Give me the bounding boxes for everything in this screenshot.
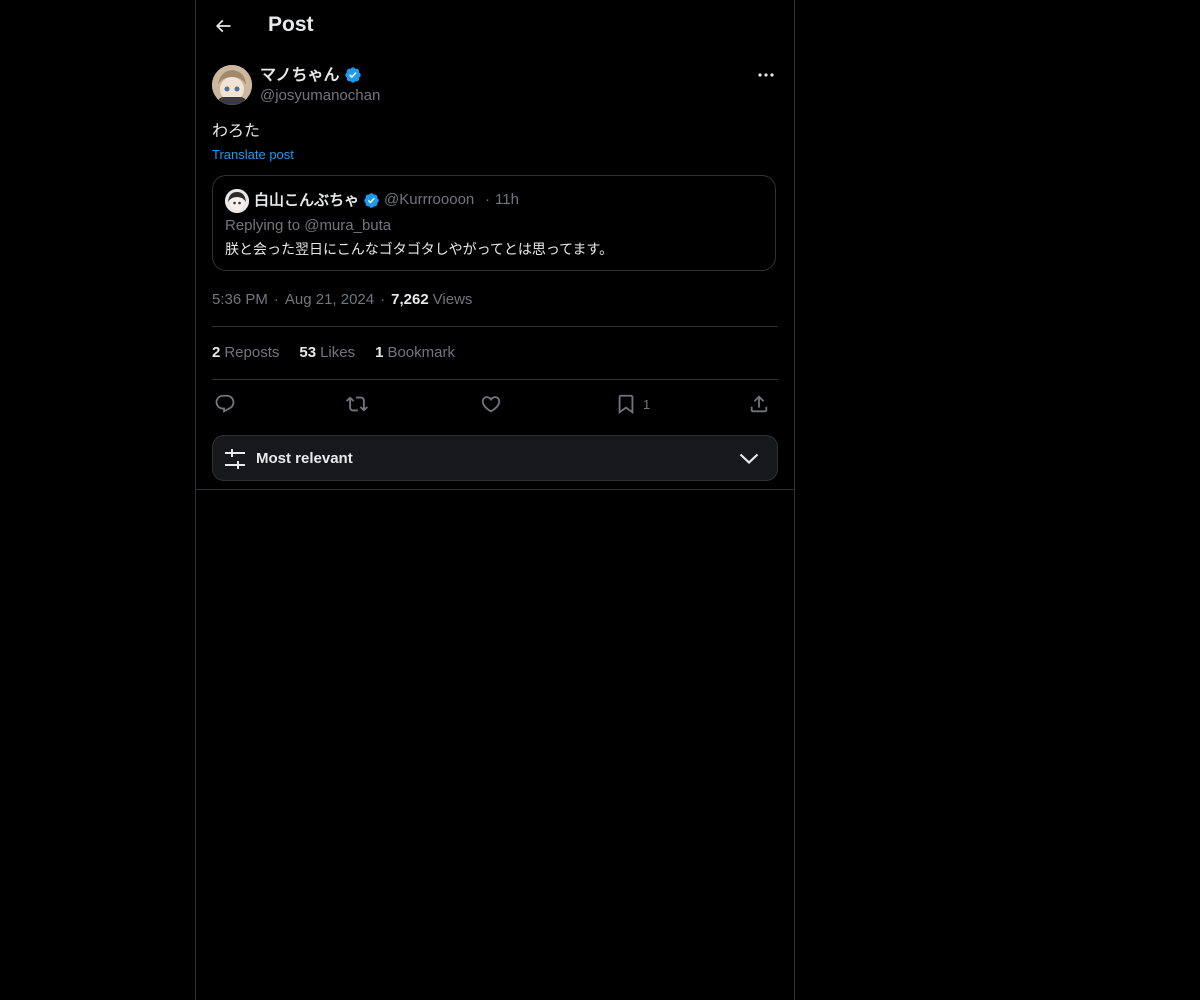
likes-count: 53 [299,344,317,361]
author-handle[interactable]: @josyumanochan [260,86,380,106]
bookmarks-stat[interactable]: 1 Bookmark [375,343,455,363]
quote-author-name: 白山こんぶちゃ [254,190,380,210]
divider [212,326,778,327]
translate-post-link[interactable]: Translate post [212,146,294,164]
views-count: 7,262 [391,291,429,308]
quote-timestamp: 11h [495,191,519,208]
post-author: マノちゃん @josyumanochan [212,65,778,107]
reply-icon [214,393,236,415]
bookmarks-count: 1 [375,344,384,361]
quote-author-avatar [225,189,249,213]
post-text: わろた [212,121,261,140]
reply-sort-dropdown[interactable]: Most relevant [212,435,778,481]
repost-icon [346,393,368,415]
more-options-button[interactable] [754,65,778,85]
post-stats: 2 Reposts 53 Likes 1 Bookmark [212,343,455,363]
quote-replying-to: Replying to @mura_buta [225,217,392,234]
sort-label: Most relevant [256,450,353,467]
quote-author-name-text: 白山こんぶちゃ [254,191,360,209]
verified-badge-icon [344,66,362,84]
more-horizontal-icon [758,73,774,77]
divider [212,379,778,380]
likes-stat[interactable]: 53 Likes [299,343,355,363]
bookmarks-label: Bookmark [387,344,455,361]
reposts-count: 2 [212,344,221,361]
page-title: Post [268,13,314,36]
share-button[interactable] [748,390,770,418]
sliders-icon [223,447,247,471]
share-icon [748,393,770,415]
reposts-label: Reposts [224,344,280,361]
verified-badge-icon [363,192,380,209]
post-header: Post [196,0,794,54]
reposts-stat[interactable]: 2 Reposts [212,343,279,363]
chevron-down-icon [739,450,759,466]
quote-author-handle: @Kurrroooon [384,191,475,208]
meta-separator: · [273,291,279,308]
bookmark-button[interactable]: 1 [615,390,650,418]
post-meta: 5:36 PM · Aug 21, 2024 · 7,262 Views [212,290,472,310]
post-date[interactable]: Aug 21, 2024 [285,290,374,310]
author-name-text: マノちゃん [260,65,340,84]
post-detail-column: Post マノちゃん @josyumanochan わろた Translate … [195,0,795,1000]
quoted-post-card[interactable]: 白山こんぶちゃ @Kurrroooon · 11h Replying to @m… [212,175,776,271]
heart-icon [480,393,502,415]
post-time[interactable]: 5:36 PM [212,290,268,310]
meta-separator: · [380,291,386,308]
repost-button[interactable] [346,390,368,418]
arrow-left-icon [213,16,233,36]
quote-separator: · [485,191,490,208]
author-avatar[interactable] [212,65,252,105]
quote-text: 朕と会った翌日にこんなゴタゴタしやがってとは思ってます。 [225,242,614,258]
like-button[interactable] [480,390,502,418]
author-name[interactable]: マノちゃん [260,65,362,85]
bookmark-count: 1 [643,396,651,412]
back-button[interactable] [206,9,240,43]
likes-label: Likes [320,344,356,361]
post-actions: 1 [212,390,778,418]
views-label: Views [432,291,473,308]
reply-button[interactable] [214,390,236,418]
bookmark-icon [615,393,637,415]
divider [196,489,794,490]
